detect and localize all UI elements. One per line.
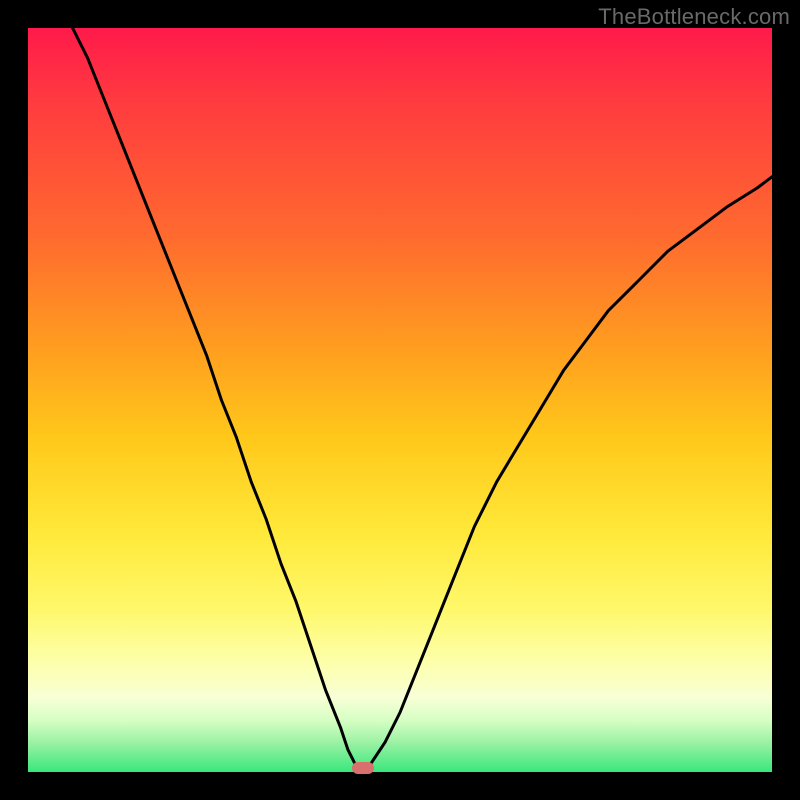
chart-frame: TheBottleneck.com (0, 0, 800, 800)
plot-area (28, 28, 772, 772)
optimal-marker (352, 762, 374, 774)
bottleneck-curve (73, 28, 772, 768)
curve-svg (28, 28, 772, 772)
watermark-text: TheBottleneck.com (598, 4, 790, 30)
